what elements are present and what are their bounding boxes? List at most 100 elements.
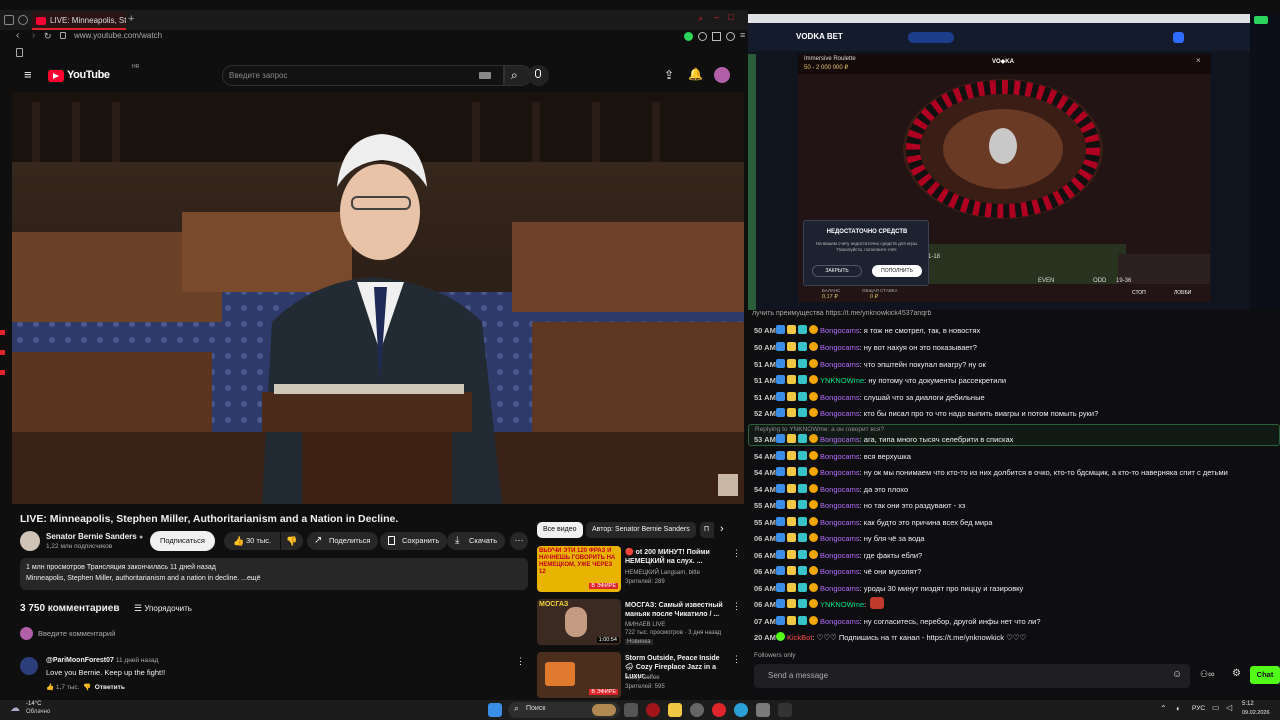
url-text[interactable]: www.youtube.com/watch: [74, 31, 162, 40]
chat-username[interactable]: Bongocams: [820, 468, 860, 477]
chat-input[interactable]: Send a message ☺: [754, 664, 1190, 688]
casino-nav-active[interactable]: [908, 32, 954, 43]
recommendation-more-icon[interactable]: ⋮: [732, 654, 741, 665]
chat-username[interactable]: Bongocams: [820, 567, 860, 576]
chat-username[interactable]: Bongocams: [820, 485, 860, 494]
comment-dislike-icon[interactable]: 👎: [83, 684, 91, 691]
chat-username[interactable]: YNKNOWme: [820, 600, 864, 609]
video-player[interactable]: [12, 92, 744, 504]
like-button[interactable]: 👍 30 тыс.: [224, 532, 280, 550]
bet-odd-label[interactable]: ODD: [1093, 278, 1106, 284]
back-icon[interactable]: ‹: [16, 30, 19, 41]
dialog-deposit-button[interactable]: ПОПОЛНИТЬ: [872, 265, 922, 277]
chevron-right-icon[interactable]: ›: [720, 523, 724, 535]
comment-input[interactable]: Введите комментарий: [38, 629, 115, 638]
dialog-close-button[interactable]: ЗАКРЫТЬ: [812, 265, 862, 277]
forward-icon[interactable]: ›: [32, 30, 35, 41]
chat-username[interactable]: Bongocams: [820, 435, 860, 444]
chat-username[interactable]: YNKNOWme: [820, 376, 864, 385]
maximize-icon[interactable]: □: [728, 12, 733, 22]
search-tabs-icon[interactable]: ⌕: [698, 13, 703, 24]
commenter-avatar[interactable]: [20, 657, 38, 675]
download-button[interactable]: ⤓ Скачать: [447, 532, 506, 550]
roulette-stream[interactable]: Immersive Roulette 50 - 2 000 000 ₽ VO◆K…: [798, 54, 1211, 302]
description-box[interactable]: 1 млн просмотров Трансляция закончилась …: [20, 558, 528, 590]
chat-username[interactable]: Bongocams: [820, 360, 860, 369]
channel-avatar[interactable]: [20, 531, 40, 551]
avatar[interactable]: [714, 67, 730, 83]
chat-username[interactable]: Bongocams: [820, 452, 860, 461]
minimize-icon[interactable]: –: [714, 12, 719, 22]
task-view-icon[interactable]: [624, 703, 638, 717]
workspaces-icon[interactable]: [18, 15, 28, 25]
downloads-icon[interactable]: [726, 32, 735, 41]
comment-author[interactable]: @PariMoonForest07: [46, 657, 114, 664]
chat-username[interactable]: Bongocams: [820, 518, 860, 527]
tray-chevron-icon[interactable]: ⌃: [1160, 704, 1167, 713]
extension-green-icon[interactable]: [684, 32, 693, 41]
bet-high-label[interactable]: 19-36: [1116, 278, 1131, 284]
file-explorer-icon[interactable]: [668, 703, 682, 717]
bet-even-label[interactable]: EVEN: [1038, 278, 1054, 284]
keyboard-icon[interactable]: [479, 72, 491, 79]
capcut-icon[interactable]: [778, 703, 792, 717]
windows-start-icon[interactable]: [488, 703, 502, 717]
extension-icon[interactable]: [698, 32, 707, 41]
menu-icon[interactable]: ≡: [740, 30, 745, 40]
settings-gear-icon[interactable]: ⚙: [1232, 668, 1241, 679]
voice-search-button[interactable]: [528, 65, 549, 86]
tab-actions-icon[interactable]: [4, 15, 14, 25]
network-icon[interactable]: ▭: [1212, 703, 1220, 712]
chip-author[interactable]: Автор: Senator Bernie Sanders: [586, 522, 696, 538]
chat-username[interactable]: Bongocams: [820, 343, 860, 352]
reload-icon[interactable]: ↻: [44, 31, 52, 42]
create-icon[interactable]: ⇪: [664, 68, 674, 82]
tray-app-icon[interactable]: ◐: [1176, 704, 1181, 713]
chat-username[interactable]: Bongocams: [820, 584, 860, 593]
opera-browser-icon[interactable]: [646, 703, 660, 717]
comment-reply-button[interactable]: Ответить: [95, 684, 125, 691]
game-close-icon[interactable]: ×: [1196, 56, 1201, 65]
chip-more[interactable]: П: [700, 522, 714, 538]
casino-add-icon[interactable]: [1173, 32, 1184, 43]
casino-logo[interactable]: VODKA BET: [796, 32, 843, 41]
new-tab-icon[interactable]: +: [128, 13, 134, 25]
subscribe-button[interactable]: Подписаться: [150, 531, 215, 551]
sort-comments-button[interactable]: ☰ Упорядочить: [134, 603, 192, 614]
recommendation-item[interactable]: В ЭФИРЕ Storm Outside, Peace Inside 🌧 Co…: [537, 652, 727, 698]
recommendation-item[interactable]: МОСГАЗ 1:00:54 МОСГАЗ: Самый известный м…: [537, 599, 727, 645]
share-button[interactable]: ↗ Поделиться: [307, 532, 379, 550]
settings-app-icon[interactable]: [756, 703, 770, 717]
chat-username[interactable]: Bongocams: [820, 617, 860, 626]
search-box[interactable]: Введите запрос: [222, 65, 504, 86]
chat-send-button[interactable]: Chat: [1250, 666, 1280, 684]
chat-username[interactable]: Bongocams: [820, 393, 860, 402]
more-actions-icon[interactable]: ⋯: [510, 532, 528, 550]
chat-username[interactable]: Bongocams: [820, 326, 860, 335]
bet-low-label[interactable]: 1-18: [928, 254, 940, 260]
comment-like-icon[interactable]: 👍: [46, 684, 54, 691]
language-indicator[interactable]: РУС: [1192, 705, 1205, 712]
yandex-browser-icon[interactable]: [712, 703, 726, 717]
volume-icon[interactable]: ◁: [1226, 703, 1232, 712]
clock-time[interactable]: 5:12: [1242, 701, 1254, 707]
recommendation-item[interactable]: ВЫУЧИ ЭТИ 120 ФРАЗ И НАЧНЕШЬ ГОВОРИТЬ НА…: [537, 546, 727, 592]
stop-button[interactable]: СТОП: [1132, 290, 1146, 296]
chat-username[interactable]: Bongocams: [820, 551, 860, 560]
app-icon[interactable]: [690, 703, 704, 717]
search-input[interactable]: Введите запрос: [229, 71, 288, 80]
hamburger-menu-icon[interactable]: ≡: [24, 68, 32, 81]
recommendation-more-icon[interactable]: ⋮: [732, 548, 741, 559]
bookmark-icon[interactable]: [712, 32, 721, 41]
chat-username[interactable]: KickBot: [787, 633, 812, 642]
chat-username[interactable]: Bongocams: [820, 534, 860, 543]
save-button[interactable]: Сохранить: [380, 532, 448, 550]
taskbar-search[interactable]: ⌕ Поиск: [508, 702, 620, 718]
dislike-button[interactable]: 👎: [281, 532, 303, 550]
telegram-icon[interactable]: [734, 703, 748, 717]
points-icon[interactable]: ⚇∞: [1200, 669, 1214, 680]
channel-name[interactable]: Senator Bernie Sanders ●: [46, 532, 143, 541]
recommendation-more-icon[interactable]: ⋮: [732, 601, 741, 612]
chat-username[interactable]: Bongocams: [820, 409, 860, 418]
chat-username[interactable]: Bongocams: [820, 501, 860, 510]
